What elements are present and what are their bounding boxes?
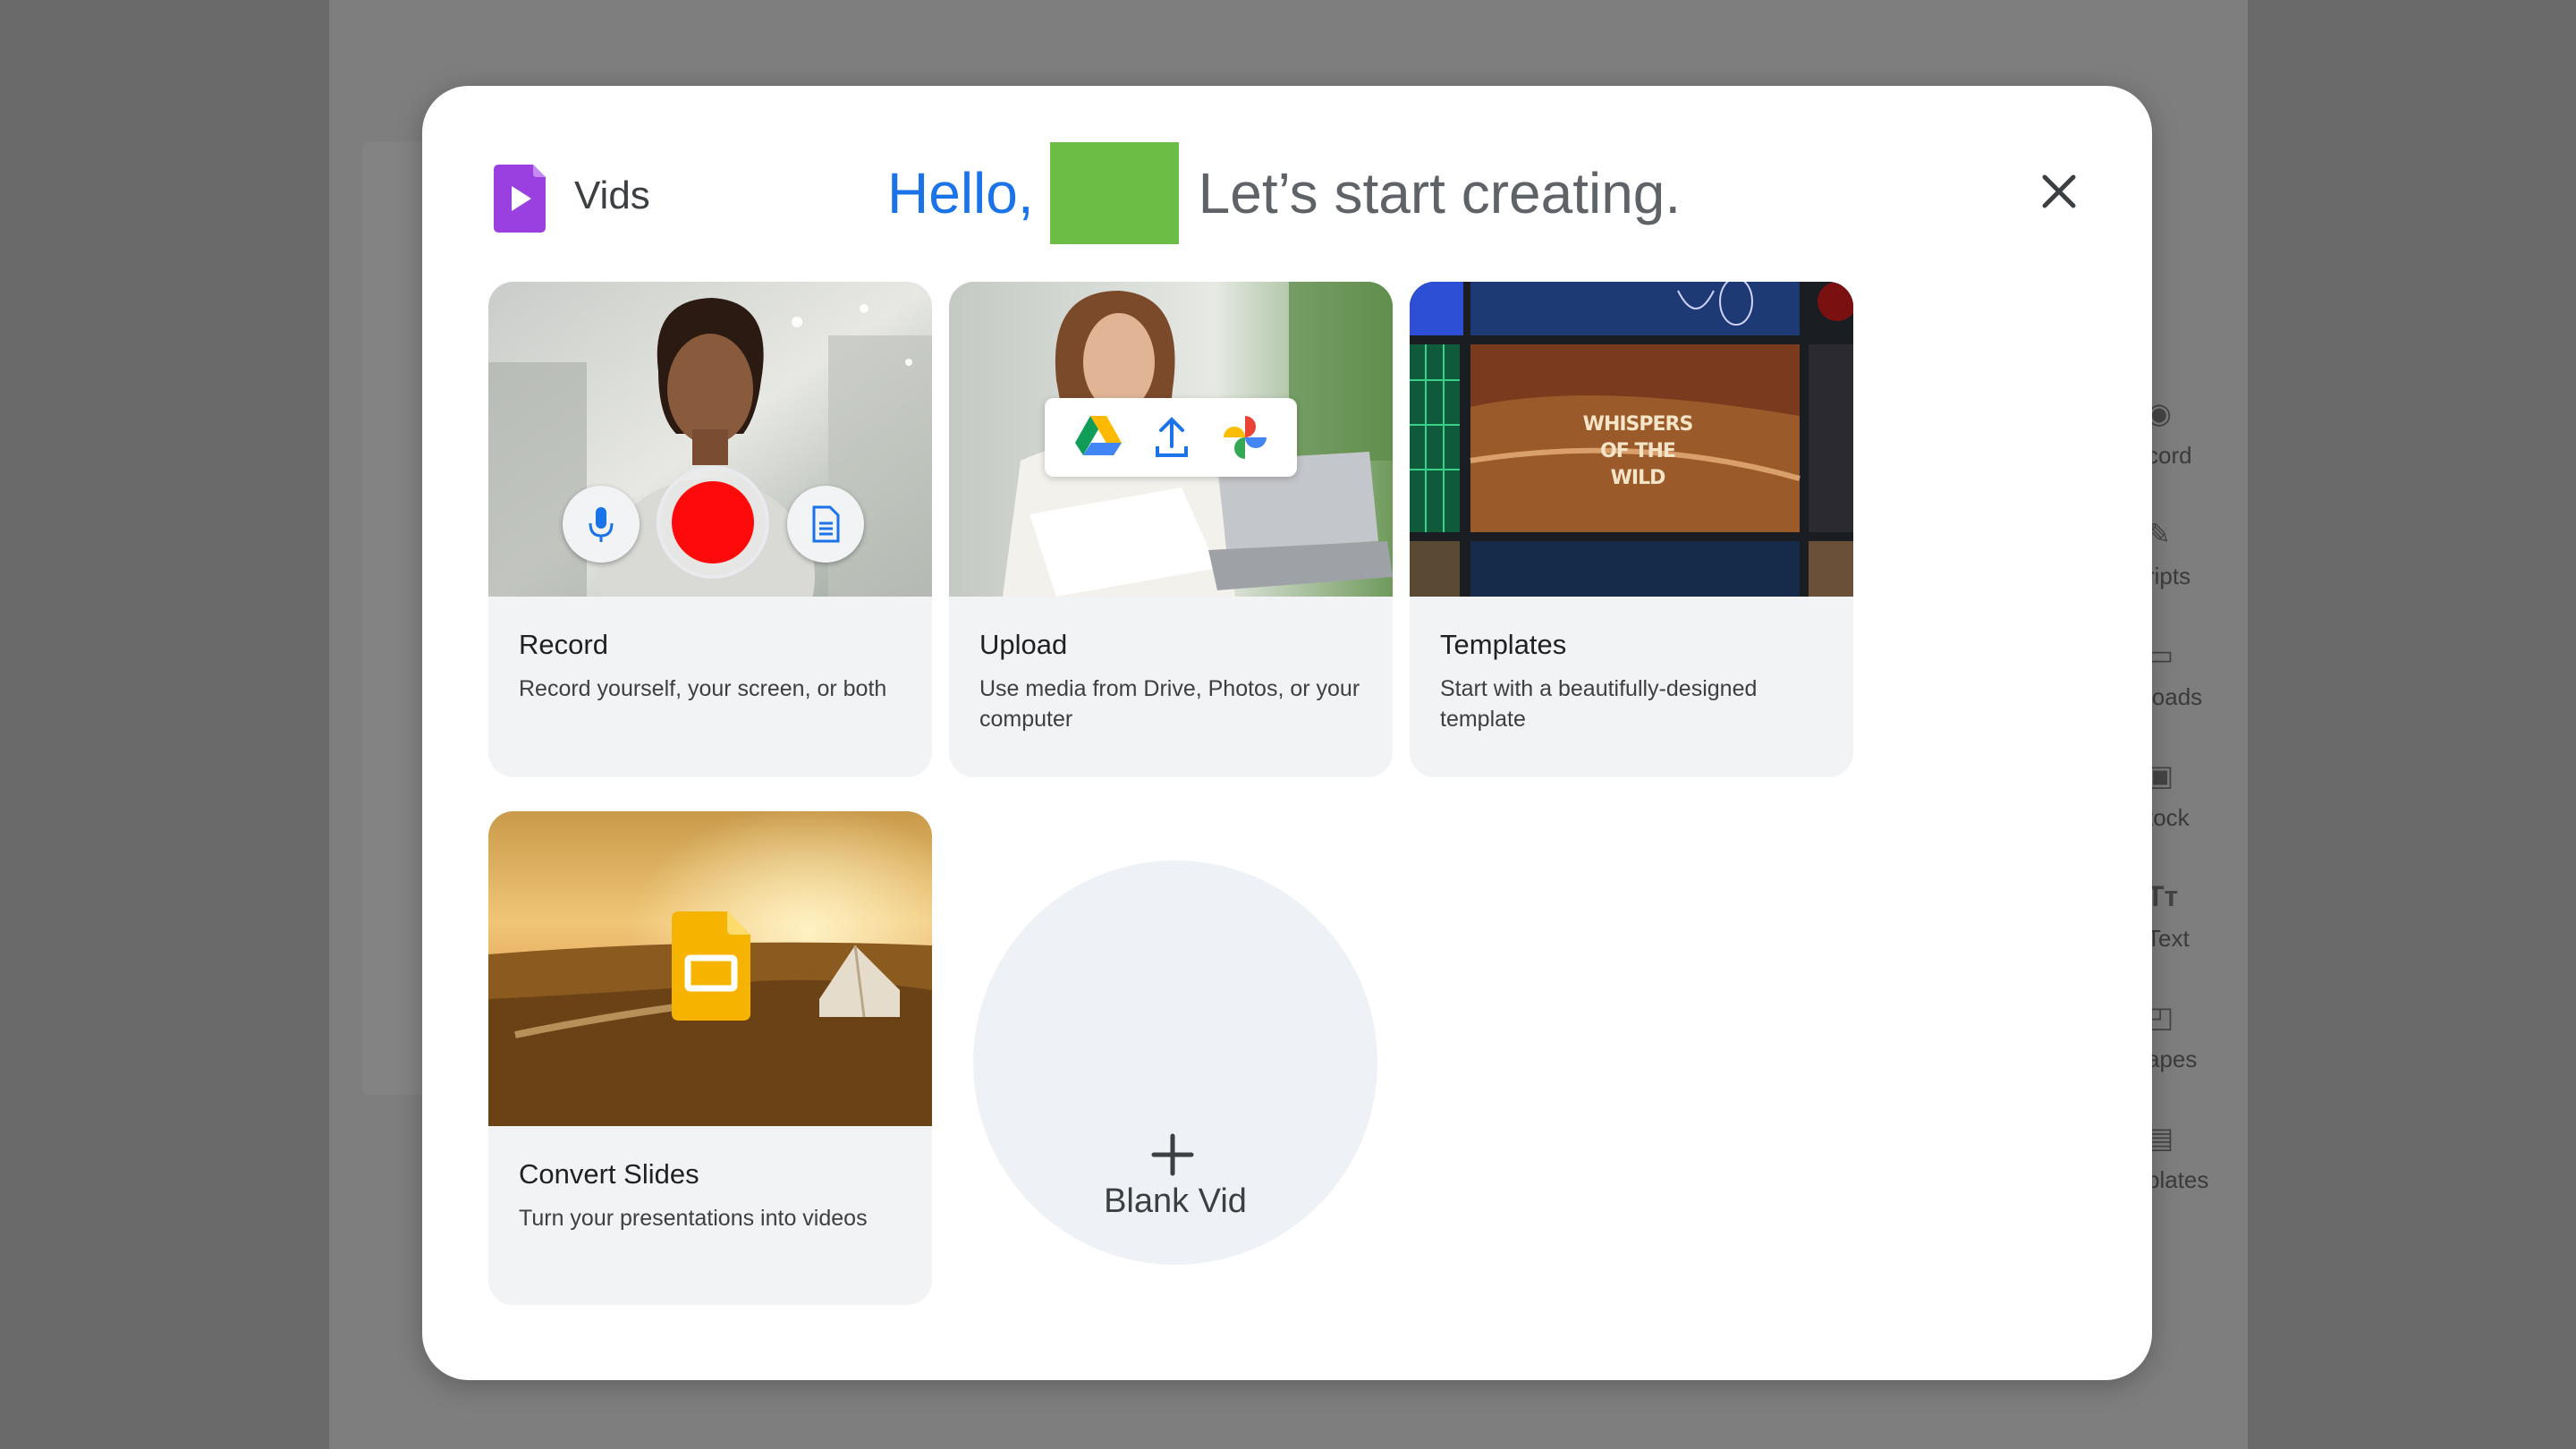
script-icon: ✎ [2147, 518, 2171, 550]
upload-card[interactable]: Upload Use media from Drive, Photos, or … [949, 282, 1393, 777]
card-description: Start with a beautifully-designed templa… [1440, 676, 1758, 732]
card-description: Use media from Drive, Photos, or your co… [979, 676, 1360, 732]
user-name-redacted [1049, 142, 1179, 244]
record-icon: ◉ [2147, 397, 2172, 429]
record-button[interactable] [657, 466, 769, 579]
blank-vid-label: Blank Vid [1104, 1182, 1247, 1220]
card-title: Convert Slides [519, 1158, 699, 1190]
rail-label: tock [2147, 804, 2190, 831]
rail-item-uploads: ▭ loads [2147, 635, 2245, 733]
google-drive-icon[interactable] [1075, 414, 1122, 457]
card-description: Turn your presentations into videos [519, 1206, 868, 1231]
upload-thumbnail [949, 282, 1393, 597]
vids-play-icon [494, 165, 546, 233]
card-title: Record [519, 629, 608, 660]
rail-label: apes [2147, 1046, 2198, 1072]
rail-label: ripts [2147, 563, 2191, 589]
greeting-hello: Hello, [887, 161, 1034, 225]
text-icon: Tт [2147, 880, 2179, 912]
convert-slides-thumbnail [488, 811, 932, 1126]
record-dot-icon [672, 481, 754, 564]
shapes-icon: ◰ [2147, 1001, 2174, 1033]
mic-button[interactable] [563, 486, 640, 563]
rail-item-stock: ▣ tock [2147, 756, 2245, 854]
close-icon [2042, 174, 2076, 208]
folder-icon: ▭ [2147, 639, 2174, 671]
blank-vid-button[interactable]: Blank Vid [973, 860, 1377, 1265]
upload-icon[interactable] [1150, 414, 1193, 461]
rail-label: cord [2147, 442, 2192, 469]
templates-thumbnail: WHISPERS OF THE WILD [1410, 282, 1853, 597]
rail-item-record: ◉ cord [2147, 394, 2245, 492]
card-title: Upload [979, 629, 1068, 660]
script-button[interactable] [787, 486, 864, 563]
rail-label: loads [2147, 683, 2203, 710]
google-slides-icon [672, 911, 750, 1021]
rail-item-templates: ▤ plates [2147, 1118, 2245, 1216]
rail-label: plates [2147, 1166, 2209, 1193]
convert-slides-card[interactable]: Convert Slides Turn your presentations i… [488, 811, 932, 1305]
rail-item-shapes: ◰ apes [2147, 997, 2245, 1096]
card-description: Record yourself, your screen, or both [519, 676, 887, 701]
greeting: Hello, Let’s start creating. [887, 141, 1681, 245]
template-thumbnail-title: WHISPERS OF THE WILD [1582, 413, 1694, 489]
templates-card[interactable]: WHISPERS OF THE WILD Templates Start wit… [1410, 282, 1853, 777]
rail-item-text: Tт Text [2147, 877, 2245, 975]
record-card[interactable]: Record Record yourself, your screen, or … [488, 282, 932, 777]
card-title: Templates [1440, 629, 1567, 660]
rail-label: Text [2147, 925, 2190, 952]
stock-icon: ▣ [2147, 759, 2174, 792]
plus-icon [1151, 1133, 1194, 1176]
side-rail: ◉ cord ✎ ripts ▭ loads ▣ tock Tт Text ◰ … [2147, 358, 2245, 1216]
close-button[interactable] [2032, 165, 2086, 218]
document-icon [812, 505, 840, 543]
start-dialog: Vids Hello, Let’s start creating. Record… [422, 86, 2152, 1380]
greeting-tagline: Let’s start creating. [1198, 161, 1682, 225]
app-name: Vids [574, 174, 650, 217]
rail-item-scripts: ✎ ripts [2147, 514, 2245, 613]
templates-icon: ▤ [2147, 1122, 2174, 1154]
upload-source-bar [1045, 398, 1297, 477]
microphone-icon [589, 507, 614, 542]
google-photos-icon[interactable] [1220, 412, 1270, 462]
record-thumbnail [488, 282, 932, 597]
